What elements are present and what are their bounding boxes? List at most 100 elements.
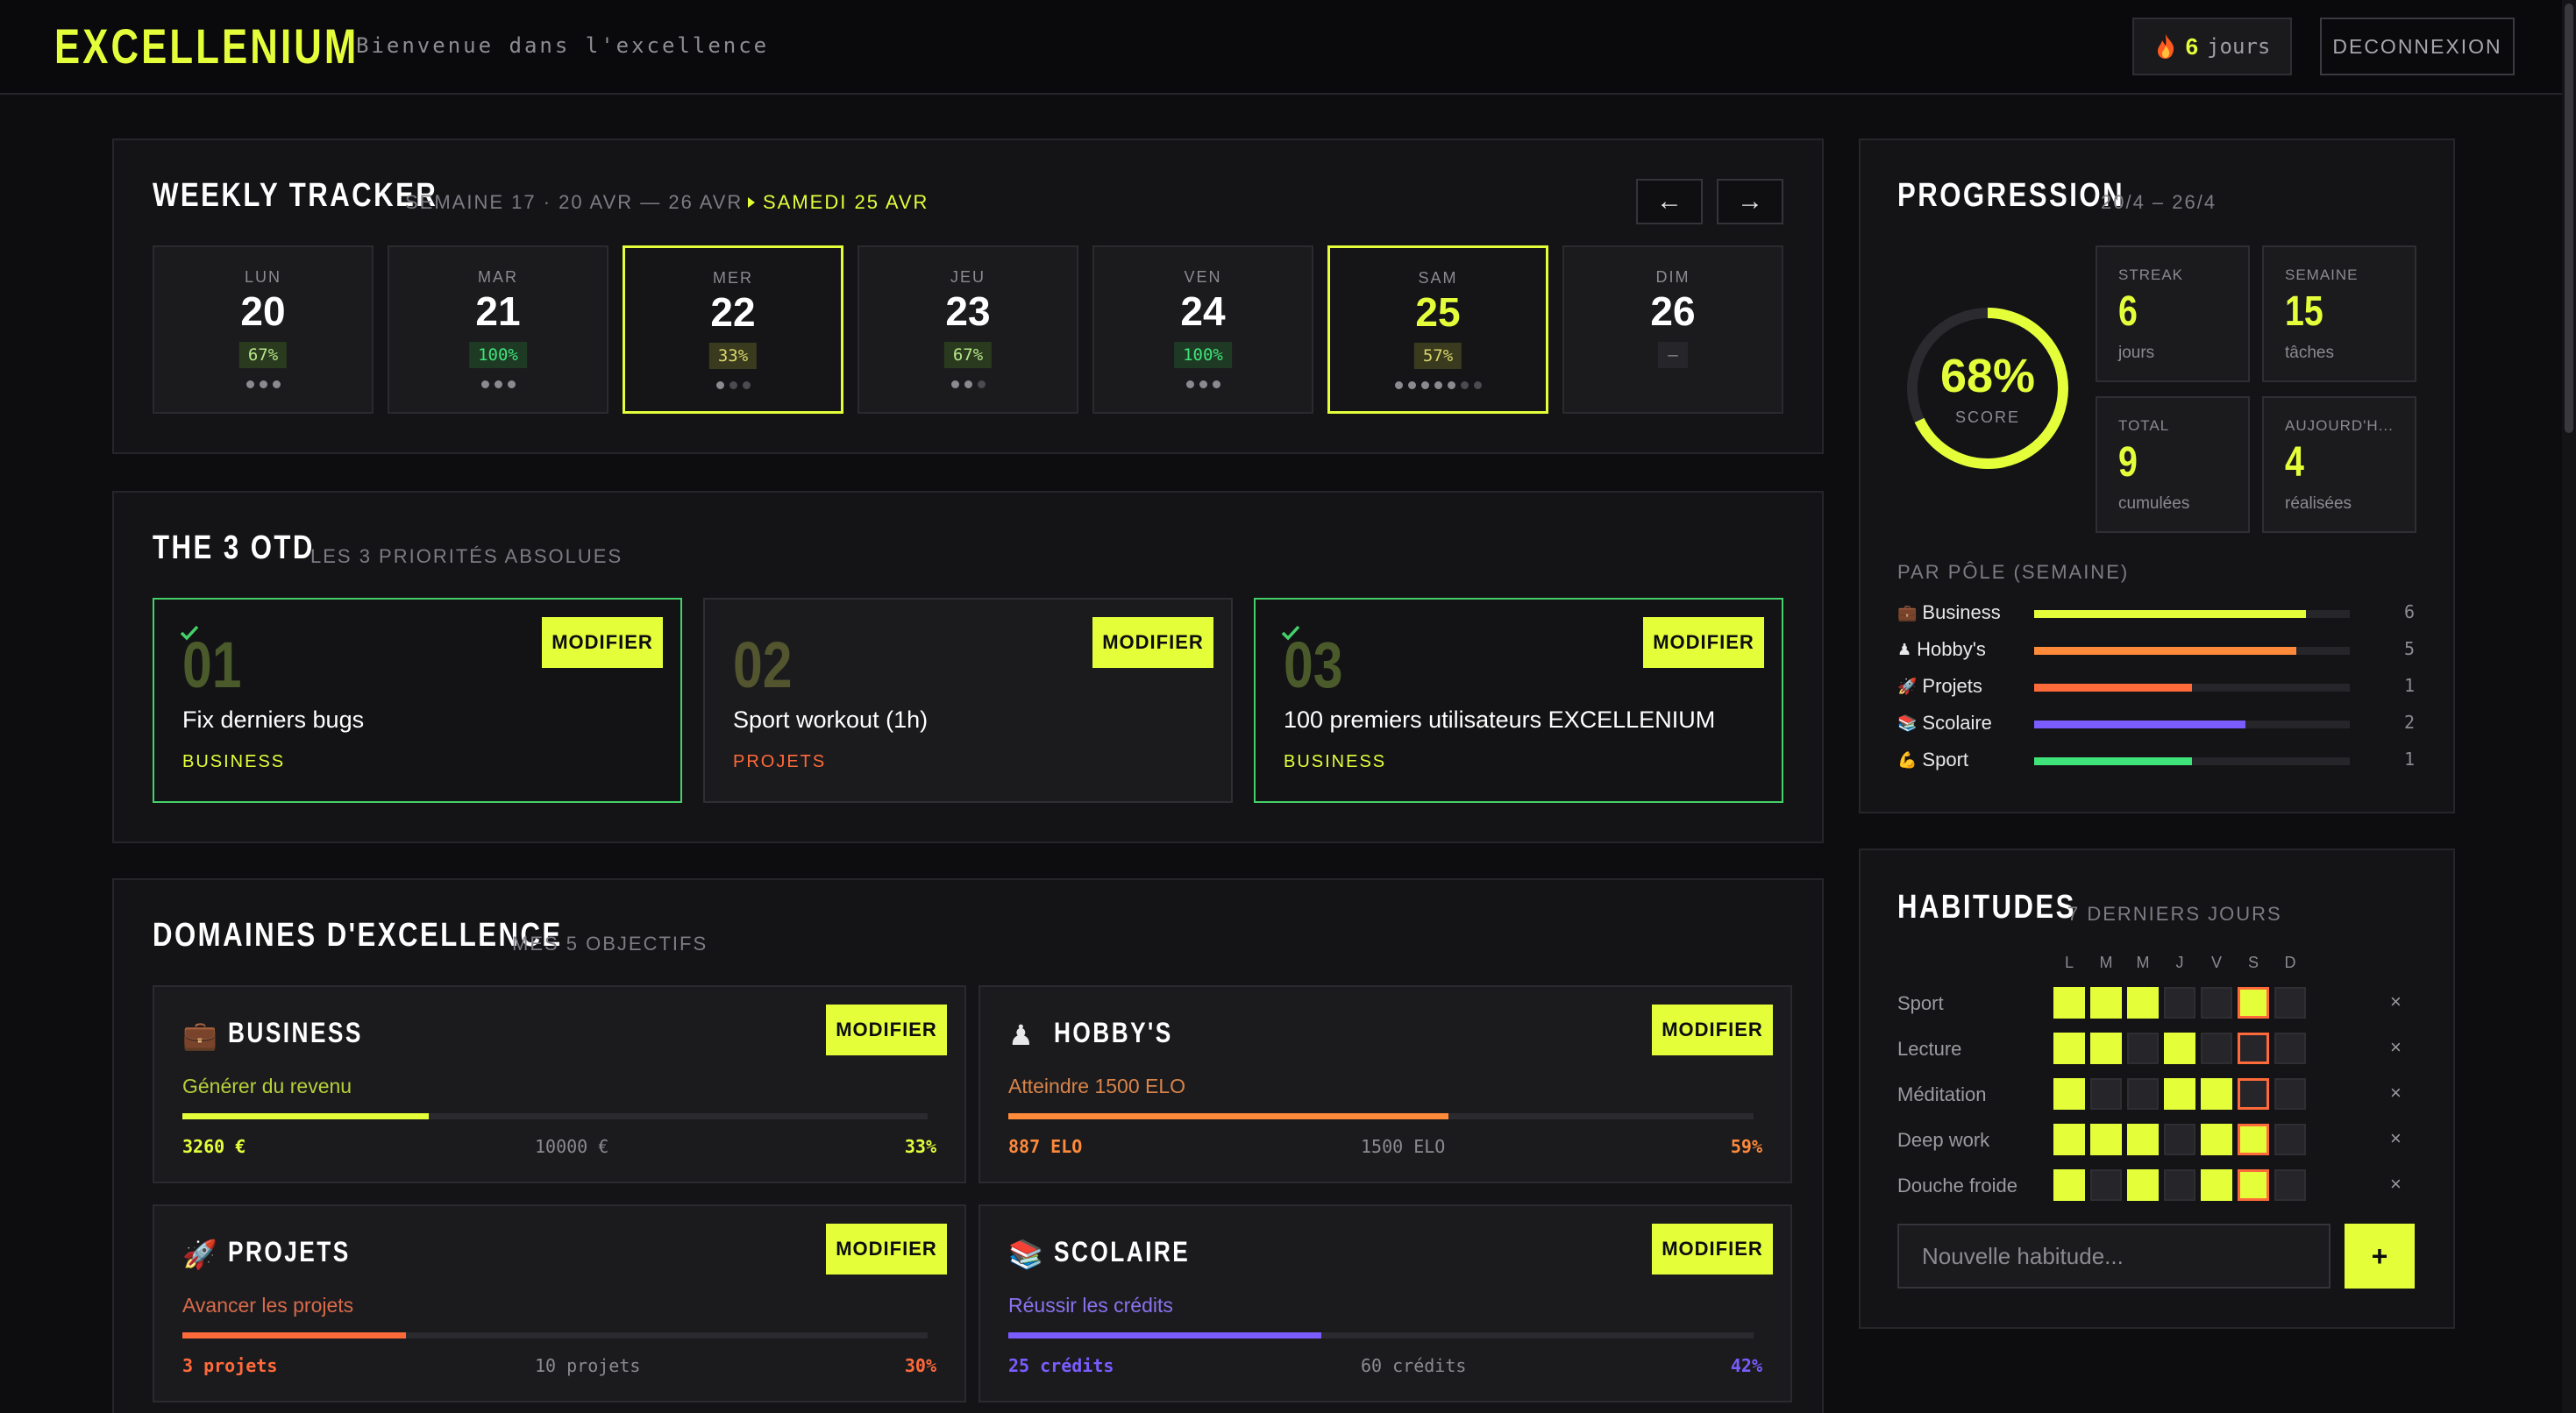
- habit-name: Douche froide: [1897, 1175, 2017, 1196]
- remove-habit-button[interactable]: ×: [2390, 991, 2402, 1013]
- stat-label: SEMAINE: [2285, 266, 2359, 283]
- edit-domain-button[interactable]: MODIFIER: [1652, 1005, 1773, 1055]
- day-card-dim[interactable]: DIM 26 –: [1562, 245, 1783, 414]
- day-card-sam[interactable]: SAM 25 57%: [1327, 245, 1548, 414]
- stat-value: 4: [2285, 439, 2304, 486]
- day-card-jeu[interactable]: JEU 23 67%: [857, 245, 1078, 414]
- habit-day-cell[interactable]: [2238, 1124, 2269, 1155]
- otd-text: Sport workout (1h): [733, 706, 929, 733]
- day-number: 23: [945, 288, 991, 334]
- edit-domain-button[interactable]: MODIFIER: [826, 1224, 947, 1275]
- day-name: JEU: [950, 268, 986, 286]
- habit-day-cell[interactable]: [2274, 1169, 2306, 1201]
- pole-bar-track: [2034, 684, 2350, 692]
- otd-text: Fix derniers bugs: [182, 706, 365, 733]
- otd-text: 100 premiers utilisateurs EXCELLENIUM: [1284, 706, 1716, 733]
- day-card-mar[interactable]: MAR 21 100%: [388, 245, 608, 414]
- remove-habit-button[interactable]: ×: [2390, 1082, 2402, 1104]
- habit-day-cell[interactable]: [2053, 1124, 2085, 1155]
- logout-button[interactable]: DECONNEXION: [2320, 18, 2515, 75]
- habit-day-cell[interactable]: [2238, 1078, 2269, 1110]
- otd-subtitle: LES 3 PRIORITÉS ABSOLUES: [310, 545, 623, 567]
- prev-week-button[interactable]: ←: [1636, 179, 1703, 224]
- day-card-lun[interactable]: LUN 20 67%: [153, 245, 374, 414]
- habit-day-cell[interactable]: [2201, 1033, 2232, 1064]
- edit-otd-button[interactable]: MODIFIER: [542, 617, 663, 668]
- task-dots: [389, 380, 607, 388]
- habit-day-cell[interactable]: [2274, 1033, 2306, 1064]
- next-week-button[interactable]: →: [1717, 179, 1783, 224]
- habit-day-cell[interactable]: [2164, 1169, 2195, 1201]
- edit-otd-button[interactable]: MODIFIER: [1643, 617, 1764, 668]
- task-dot: [729, 381, 737, 389]
- habit-day-cell[interactable]: [2053, 1033, 2085, 1064]
- domain-current-value: 3 projets: [182, 1355, 278, 1376]
- habit-day-cell[interactable]: [2127, 1078, 2159, 1110]
- domain-progress-fill: [182, 1113, 429, 1119]
- habit-day-cell[interactable]: [2238, 987, 2269, 1019]
- day-card-mer[interactable]: MER 22 33%: [623, 245, 843, 414]
- domain-current-value: 25 crédits: [1008, 1355, 1114, 1376]
- habit-day-cell[interactable]: [2090, 1078, 2122, 1110]
- pole-bar-fill: [2034, 757, 2192, 765]
- task-dot: [1447, 381, 1455, 389]
- habit-day-cell[interactable]: [2164, 1033, 2195, 1064]
- task-dot: [1434, 381, 1442, 389]
- habit-day-header: L: [2064, 954, 2074, 971]
- edit-domain-button[interactable]: MODIFIER: [1652, 1224, 1773, 1275]
- scrollbar-thumb[interactable]: [2565, 4, 2573, 433]
- new-habit-input[interactable]: [1897, 1224, 2330, 1289]
- habit-day-cell[interactable]: [2090, 1169, 2122, 1201]
- habit-day-header: D: [2284, 954, 2296, 971]
- pole-row-hobbys: ♟ Hobby's 5: [1897, 638, 2423, 664]
- otd-category: BUSINESS: [1284, 752, 1387, 771]
- habit-day-cell[interactable]: [2274, 987, 2306, 1019]
- habit-name: Deep work: [1897, 1129, 1990, 1151]
- stat-unit: tâches: [2285, 344, 2334, 362]
- domain-progress-fill: [1008, 1332, 1321, 1338]
- habit-day-cell[interactable]: [2201, 1169, 2232, 1201]
- day-card-ven[interactable]: VEN 24 100%: [1092, 245, 1313, 414]
- habit-day-cell[interactable]: [2090, 987, 2122, 1019]
- habit-day-cell[interactable]: [2127, 1169, 2159, 1201]
- habit-day-cell[interactable]: [2127, 1033, 2159, 1064]
- habit-day-cell[interactable]: [2201, 1078, 2232, 1110]
- habit-day-cell[interactable]: [2090, 1033, 2122, 1064]
- pole-label: Hobby's: [1917, 638, 1986, 660]
- habit-day-cell[interactable]: [2090, 1124, 2122, 1155]
- habit-day-cell[interactable]: [2201, 1124, 2232, 1155]
- domain-card-business: 💼 BUSINESS MODIFIER Générer du revenu 3260 €…: [153, 985, 966, 1183]
- day-number: 24: [1180, 288, 1226, 334]
- domain-current-value: 3260 €: [182, 1136, 246, 1157]
- scrollbar[interactable]: [2562, 0, 2576, 1413]
- habit-day-cell[interactable]: [2238, 1033, 2269, 1064]
- habit-day-cell[interactable]: [2274, 1124, 2306, 1155]
- day-number: 26: [1650, 288, 1696, 334]
- pole-row-projets: 🚀 Projets 1: [1897, 675, 2423, 701]
- domain-card-scolaire: 📚 SCOLAIRE MODIFIER Réussir les crédits 25 c…: [978, 1204, 1792, 1402]
- task-dot: [1420, 381, 1429, 389]
- habit-day-cell[interactable]: [2127, 987, 2159, 1019]
- habit-day-cell[interactable]: [2238, 1169, 2269, 1201]
- habit-day-cell[interactable]: [2201, 987, 2232, 1019]
- app-logo[interactable]: EXCELLENIUM: [54, 18, 359, 75]
- edit-domain-button[interactable]: MODIFIER: [826, 1005, 947, 1055]
- task-dot: [1185, 380, 1194, 388]
- habit-day-cell[interactable]: [2053, 1169, 2085, 1201]
- add-habit-button[interactable]: +: [2345, 1224, 2415, 1289]
- remove-habit-button[interactable]: ×: [2390, 1127, 2402, 1150]
- habit-day-cell[interactable]: [2274, 1078, 2306, 1110]
- remove-habit-button[interactable]: ×: [2390, 1173, 2402, 1196]
- domains-title: DOMAINES D'EXCELLENCE: [153, 917, 563, 954]
- habit-day-cell[interactable]: [2053, 1078, 2085, 1110]
- task-dots: [859, 380, 1077, 388]
- habit-day-cell[interactable]: [2127, 1124, 2159, 1155]
- habit-day-cell[interactable]: [2164, 1124, 2195, 1155]
- pole-label: Sport: [1922, 749, 1969, 770]
- habit-day-cell[interactable]: [2164, 987, 2195, 1019]
- habit-day-cell[interactable]: [2164, 1078, 2195, 1110]
- edit-otd-button[interactable]: MODIFIER: [1092, 617, 1213, 668]
- habit-day-cell[interactable]: [2053, 987, 2085, 1019]
- domain-icon: 💼: [182, 1019, 217, 1051]
- remove-habit-button[interactable]: ×: [2390, 1036, 2402, 1059]
